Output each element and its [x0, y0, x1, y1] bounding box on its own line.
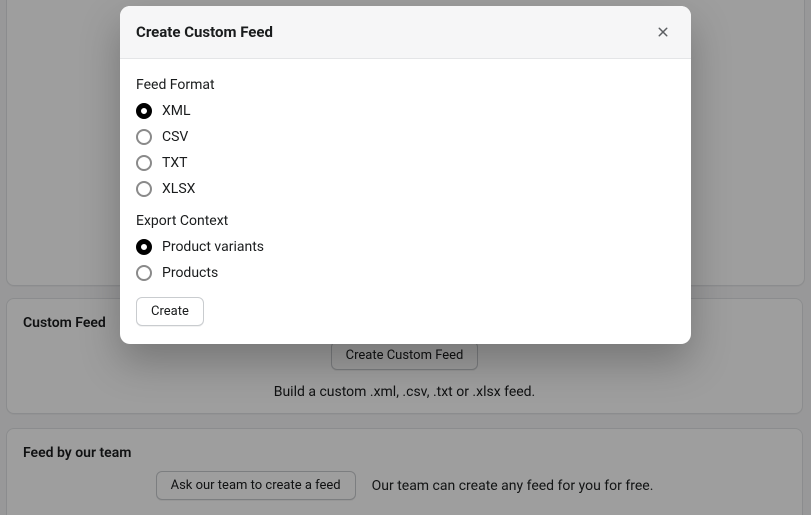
close-icon	[657, 25, 669, 39]
export-context-radio-group: Product variants Products	[136, 239, 675, 281]
export-context-label: Export Context	[136, 213, 675, 229]
create-button[interactable]: Create	[136, 297, 204, 326]
radio-label: CSV	[162, 129, 188, 145]
export-context-option-product-variants[interactable]: Product variants	[136, 239, 675, 255]
feed-format-option-xml[interactable]: XML	[136, 103, 675, 119]
radio-label: XLSX	[162, 181, 195, 197]
modal-header: Create Custom Feed	[120, 6, 691, 59]
radio-label: XML	[162, 103, 191, 119]
modal-body: Feed Format XML CSV TXT XLSX Export Context…	[120, 59, 691, 344]
radio-indicator	[136, 129, 152, 145]
close-button[interactable]	[651, 20, 675, 44]
radio-label: Products	[162, 265, 218, 281]
radio-indicator	[136, 103, 152, 119]
feed-format-label: Feed Format	[136, 77, 675, 93]
feed-format-option-txt[interactable]: TXT	[136, 155, 675, 171]
feed-format-option-xlsx[interactable]: XLSX	[136, 181, 675, 197]
radio-label: TXT	[162, 155, 187, 171]
radio-indicator	[136, 181, 152, 197]
radio-indicator	[136, 239, 152, 255]
radio-label: Product variants	[162, 239, 264, 255]
feed-format-option-csv[interactable]: CSV	[136, 129, 675, 145]
radio-indicator	[136, 265, 152, 281]
export-context-option-products[interactable]: Products	[136, 265, 675, 281]
feed-format-radio-group: XML CSV TXT XLSX	[136, 103, 675, 197]
create-custom-feed-modal: Create Custom Feed Feed Format XML CSV TXT…	[120, 6, 691, 344]
radio-indicator	[136, 155, 152, 171]
modal-title: Create Custom Feed	[136, 23, 273, 41]
